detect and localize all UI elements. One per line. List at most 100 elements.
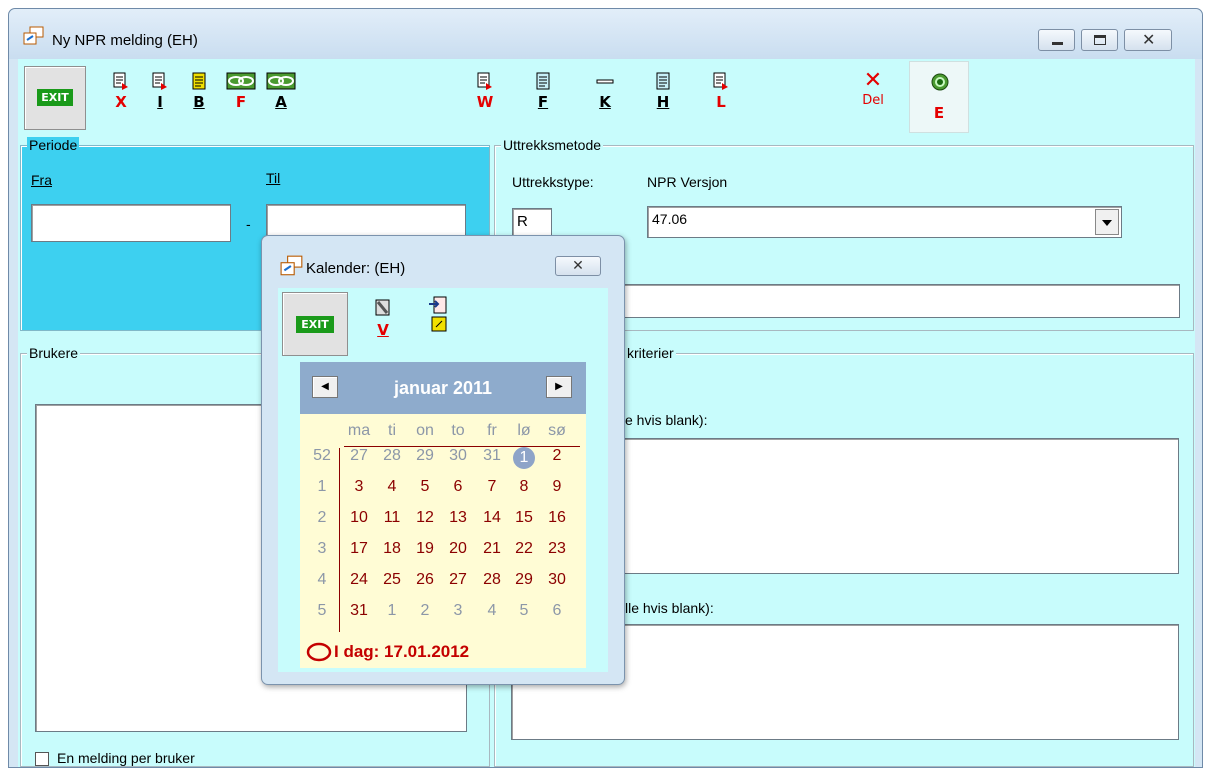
delete-button[interactable]: ✕ Del <box>856 68 890 129</box>
weekday-header: sø <box>548 422 566 439</box>
weekday-header: to <box>451 422 465 439</box>
toolbar-button-f2[interactable]: F <box>528 71 558 129</box>
calendar-day[interactable]: 6 <box>446 478 470 496</box>
calendar-day[interactable]: 30 <box>446 447 470 465</box>
calendar-month: januar 2011 <box>393 378 493 398</box>
calendar-day[interactable]: 1 <box>513 447 535 469</box>
calendar-day[interactable]: 3 <box>446 602 470 620</box>
today-circle-icon <box>306 642 332 662</box>
period-separator: - <box>246 216 251 232</box>
calendar-day[interactable]: 6 <box>545 602 569 620</box>
calendar-day[interactable]: 26 <box>413 571 437 589</box>
calendar-exit-button[interactable]: EXIT <box>282 292 348 356</box>
exit-icon: EXIT <box>296 316 334 333</box>
calendar-v-label: V <box>377 321 389 339</box>
calendar-day[interactable]: 20 <box>446 540 470 558</box>
toolbar: EXIT X I B F A W F K H L ✕ Del E <box>18 59 1195 135</box>
calendar-day[interactable]: 1 <box>380 602 404 620</box>
npr-versjon-select[interactable]: 47.06 <box>647 206 1122 238</box>
minimize-button[interactable] <box>1038 29 1075 51</box>
toolbar-label-l: L <box>716 93 726 111</box>
calendar-close-button[interactable]: ✕ <box>555 256 601 276</box>
weekday-header: ma <box>347 422 371 439</box>
toolbar-label-i: I <box>157 93 163 111</box>
chevron-down-icon <box>1102 220 1112 226</box>
calendar-day[interactable]: 22 <box>512 540 536 558</box>
calendar-day[interactable]: 5 <box>413 478 437 496</box>
calendar-day[interactable]: 29 <box>512 571 536 589</box>
delete-x-icon: ✕ <box>863 68 883 93</box>
calendar-day[interactable]: 2 <box>545 447 569 465</box>
calendar-day[interactable]: 29 <box>413 447 437 465</box>
calendar-day[interactable]: 23 <box>545 540 569 558</box>
calendar-day[interactable]: 4 <box>380 478 404 496</box>
toolbar-label-a: A <box>275 93 287 111</box>
toolbar-button-w[interactable]: W <box>470 71 500 129</box>
toolbar-label-w: W <box>476 93 494 111</box>
document-red-arrow-icon <box>713 72 728 90</box>
toolbar-button-k[interactable]: K <box>590 71 620 129</box>
close-button[interactable]: ✕ <box>1124 29 1172 51</box>
calendar-day[interactable]: 5 <box>512 602 536 620</box>
calendar-day[interactable]: 28 <box>380 447 404 465</box>
calendar-day[interactable]: 19 <box>413 540 437 558</box>
toolbar-button-b[interactable]: B <box>184 71 214 129</box>
calendar-day[interactable]: 15 <box>512 509 536 527</box>
calendar-day[interactable]: 25 <box>380 571 404 589</box>
close-icon: ✕ <box>1142 30 1156 49</box>
kriterier-legend: kriterier <box>625 345 676 361</box>
calendar-day[interactable]: 2 <box>413 602 437 620</box>
calendar-day[interactable]: 16 <box>545 509 569 527</box>
toolbar-button-l[interactable]: L <box>706 71 736 129</box>
calendar-day[interactable]: 9 <box>545 478 569 496</box>
next-month-button[interactable]: ▶ <box>546 376 572 398</box>
e-button[interactable]: E <box>909 61 969 133</box>
toolbar-button-i[interactable]: I <box>145 71 175 129</box>
calendar-day[interactable]: 27 <box>446 571 470 589</box>
calendar-day[interactable]: 8 <box>512 478 536 496</box>
exit-icon: EXIT <box>37 89 73 106</box>
toolbar-label-h: H <box>656 93 670 111</box>
calendar-day[interactable]: 31 <box>480 447 504 465</box>
week-divider <box>339 448 340 632</box>
toolbar-button-f[interactable]: F <box>223 71 259 129</box>
toolbar-button-h[interactable]: H <box>648 71 678 129</box>
uttrekk-extra-input[interactable] <box>615 284 1180 318</box>
toolbar-button-x[interactable]: X <box>106 71 136 129</box>
calendar-day[interactable]: 12 <box>413 509 437 527</box>
calendar-day[interactable]: 27 <box>347 447 371 465</box>
toolbar-label-b: B <box>193 93 205 111</box>
toolbar-button-a[interactable]: A <box>263 71 299 129</box>
calendar-grid: ma ti on to fr lø sø 52 27 28 29 30 31 1 2 1 3 4 5 6 7 8 9 2 10… <box>300 414 586 668</box>
yellow-list-icon <box>192 72 206 90</box>
calendar-insert-button[interactable] <box>426 296 452 348</box>
fra-input[interactable] <box>31 204 231 242</box>
calendar-day[interactable]: 28 <box>480 571 504 589</box>
calendar-day[interactable]: 3 <box>347 478 371 496</box>
calendar-day[interactable]: 7 <box>480 478 504 496</box>
calendar-day[interactable]: 21 <box>480 540 504 558</box>
insert-date-icon <box>429 296 447 332</box>
exit-button[interactable]: EXIT <box>24 66 86 130</box>
calendar-day[interactable]: 17 <box>347 540 371 558</box>
kriterier-hint2: lle hvis blank): <box>625 600 714 616</box>
calendar-day[interactable]: 31 <box>347 602 371 620</box>
toolbar-label-f2: F <box>537 93 549 111</box>
week-number: 4 <box>317 571 327 588</box>
maximize-button[interactable] <box>1081 29 1118 51</box>
calendar-day[interactable]: 11 <box>380 509 404 527</box>
week-number: 52 <box>313 447 331 464</box>
week-number: 2 <box>317 509 327 526</box>
calendar-day[interactable]: 24 <box>347 571 371 589</box>
calendar-day[interactable]: 10 <box>347 509 371 527</box>
calendar-day[interactable]: 18 <box>380 540 404 558</box>
til-label: Til <box>266 170 281 186</box>
calendar-day[interactable]: 14 <box>480 509 504 527</box>
melding-per-bruker-checkbox[interactable] <box>35 752 49 766</box>
calendar-day[interactable]: 4 <box>480 602 504 620</box>
green-link-icon <box>226 72 256 90</box>
dropdown-button[interactable] <box>1095 209 1119 235</box>
calendar-day[interactable]: 13 <box>446 509 470 527</box>
calendar-day[interactable]: 30 <box>545 571 569 589</box>
calendar-v-button[interactable]: V <box>370 298 396 346</box>
